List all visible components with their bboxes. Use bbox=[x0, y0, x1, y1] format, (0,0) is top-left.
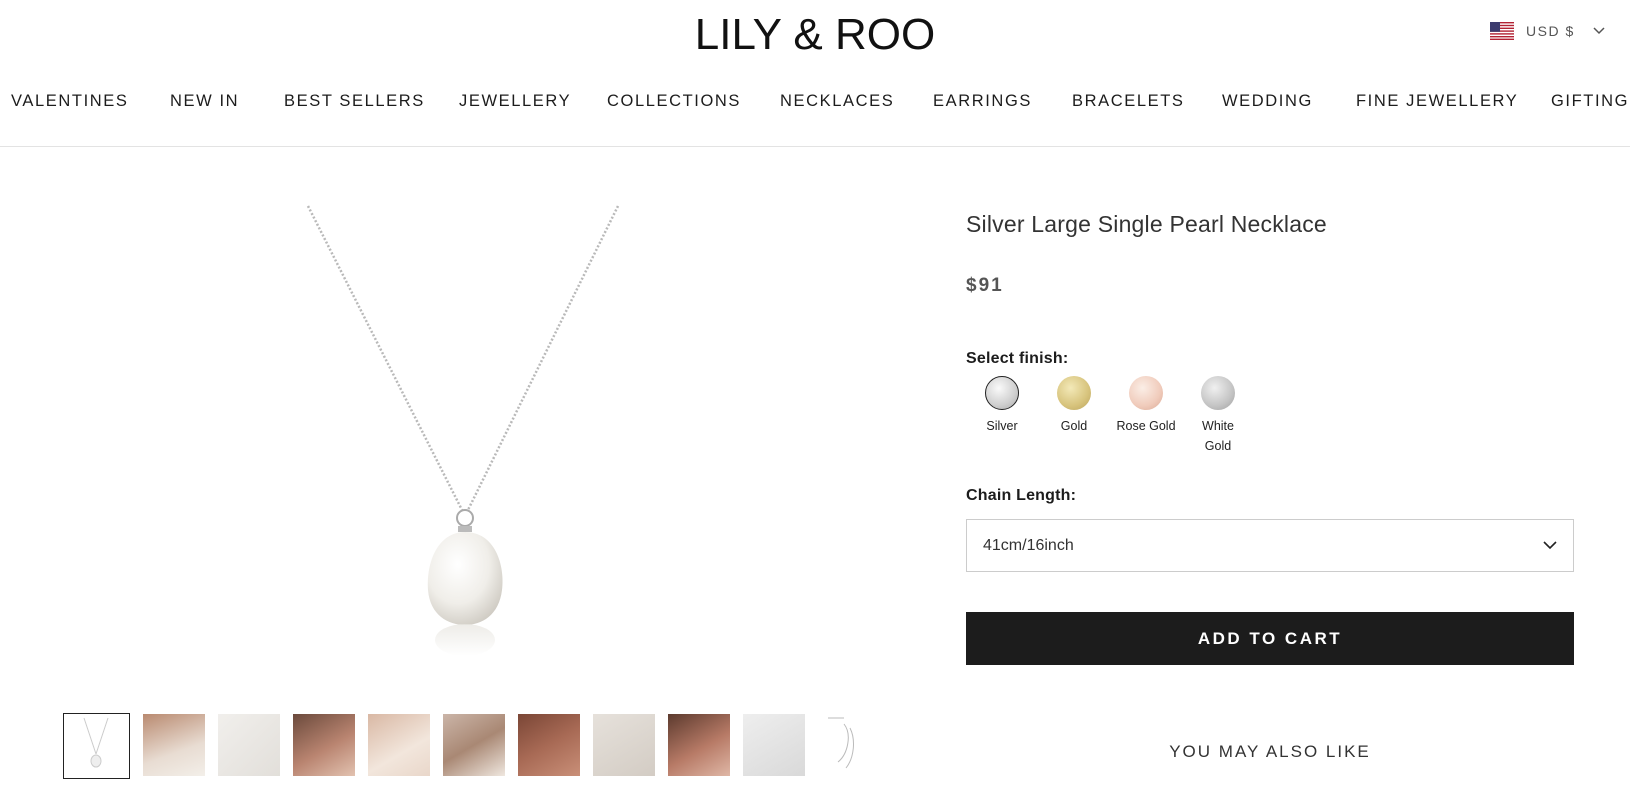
thumbnail-5[interactable] bbox=[368, 714, 430, 776]
store-logo[interactable]: LILY & ROO bbox=[0, 10, 1630, 60]
currency-selector[interactable]: USD $ bbox=[1490, 22, 1605, 40]
chain-length-label: Chain Length: bbox=[966, 487, 1077, 504]
product-price: $91 bbox=[966, 275, 1004, 296]
currency-label: USD $ bbox=[1526, 23, 1575, 39]
silver-swatch-icon bbox=[985, 376, 1019, 410]
thumbnail-strip bbox=[63, 713, 880, 779]
thumbnail-8[interactable] bbox=[593, 714, 655, 776]
thumbnail-1[interactable] bbox=[63, 713, 130, 779]
product-main-image[interactable] bbox=[290, 200, 630, 660]
white-gold-swatch-icon bbox=[1201, 376, 1235, 410]
chevron-down-icon bbox=[1593, 27, 1605, 35]
chevron-down-icon bbox=[1543, 541, 1557, 550]
nav-item-gifting[interactable]: GIFTING bbox=[1551, 92, 1629, 111]
nav-item-necklaces[interactable]: NECKLACES bbox=[780, 92, 894, 111]
rose-gold-swatch-icon bbox=[1129, 376, 1163, 410]
product-title: Silver Large Single Pearl Necklace bbox=[966, 211, 1327, 237]
finish-name: Gold bbox=[1060, 419, 1088, 433]
chain-length-value: 41cm/16inch bbox=[983, 536, 1074, 554]
thumbnail-4[interactable] bbox=[293, 714, 355, 776]
finish-swatches: Silver Gold Rose Gold White Gold bbox=[966, 376, 1254, 456]
gold-swatch-icon bbox=[1057, 376, 1091, 410]
nav-item-bracelets[interactable]: BRACELETS bbox=[1072, 92, 1185, 111]
add-to-cart-button[interactable]: ADD TO CART bbox=[966, 612, 1574, 665]
thumbnail-7[interactable] bbox=[518, 714, 580, 776]
finish-name: Rose Gold bbox=[1116, 419, 1176, 433]
finish-option-silver[interactable]: Silver bbox=[966, 376, 1038, 456]
main-nav: VALENTINES NEW IN BEST SELLERS JEWELLERY… bbox=[0, 92, 1630, 114]
nav-item-collections[interactable]: COLLECTIONS bbox=[607, 92, 741, 111]
thumbnail-6[interactable] bbox=[443, 714, 505, 776]
thumbnail-3[interactable] bbox=[218, 714, 280, 776]
chain-length-select[interactable]: 41cm/16inch bbox=[966, 519, 1574, 572]
nav-item-new-in[interactable]: NEW IN bbox=[170, 92, 239, 111]
nav-item-earrings[interactable]: EARRINGS bbox=[933, 92, 1032, 111]
you-may-also-like-heading: YOU MAY ALSO LIKE bbox=[1169, 742, 1371, 761]
finish-option-rose-gold[interactable]: Rose Gold bbox=[1110, 376, 1182, 456]
finish-option-white-gold[interactable]: White Gold bbox=[1182, 376, 1254, 456]
finish-label: Select finish: bbox=[966, 350, 1069, 367]
thumbnail-9[interactable] bbox=[668, 714, 730, 776]
finish-option-gold[interactable]: Gold bbox=[1038, 376, 1110, 456]
nav-item-jewellery[interactable]: JEWELLERY bbox=[459, 92, 571, 111]
nav-item-fine-jewellery[interactable]: FINE JEWELLERY bbox=[1356, 92, 1518, 111]
nav-item-wedding[interactable]: WEDDING bbox=[1222, 92, 1313, 111]
thumbnail-11[interactable] bbox=[818, 714, 880, 776]
nav-divider bbox=[0, 146, 1630, 147]
nav-item-valentines[interactable]: VALENTINES bbox=[11, 92, 128, 111]
nav-item-best-sellers[interactable]: BEST SELLERS bbox=[284, 92, 425, 111]
finish-name: White Gold bbox=[1202, 419, 1234, 453]
us-flag-icon bbox=[1490, 22, 1514, 40]
thumbnail-10[interactable] bbox=[743, 714, 805, 776]
thumbnail-2[interactable] bbox=[143, 714, 205, 776]
finish-name: Silver bbox=[986, 419, 1018, 433]
